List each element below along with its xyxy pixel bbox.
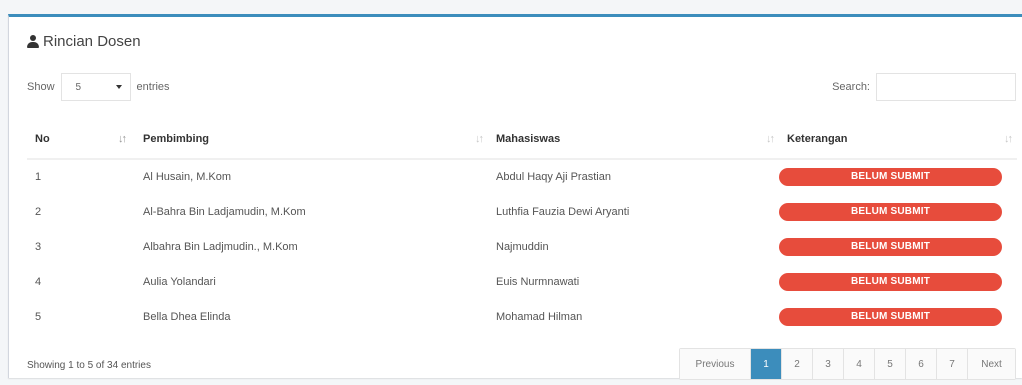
cell-keterangan: BELUM SUBMIT <box>779 229 1017 264</box>
header-keterangan-label: Keterangan <box>787 132 848 145</box>
dosen-table: No ↓↑ Pembimbing ↓↑ Mahasiswas ↓↑ Ketera… <box>27 119 1017 334</box>
sort-icon: ↓↑ <box>475 133 484 145</box>
pagination-page-5[interactable]: 5 <box>875 349 906 379</box>
cell-pembimbing: Albahra Bin Ladjmudin., M.Kom <box>143 240 298 253</box>
sort-icon: ↓↑ <box>766 133 775 145</box>
header-mahasiswa-label: Mahasiswas <box>496 132 561 145</box>
header-pembimbing-label: Pembimbing <box>143 132 210 145</box>
search-input[interactable] <box>876 73 1016 101</box>
cell-keterangan: BELUM SUBMIT <box>779 264 1017 299</box>
pagination-page-6[interactable]: 6 <box>906 349 937 379</box>
status-badge: BELUM SUBMIT <box>779 168 1002 186</box>
header-no-label: No <box>35 132 50 145</box>
pagination-page-1[interactable]: 1 <box>751 349 782 379</box>
table-row: 4 Aulia Yolandari Euis Nurmnawati BELUM … <box>27 264 1017 299</box>
pagination-page-2[interactable]: 2 <box>782 349 813 379</box>
pagination-next[interactable]: Next <box>968 349 1015 379</box>
cell-mahasiswa: Mohamad Hilman <box>496 310 583 323</box>
status-badge: BELUM SUBMIT <box>779 202 1002 221</box>
table-info: Showing 1 to 5 of 34 entries <box>27 360 151 371</box>
rincian-dosen-panel: Rincian Dosen Show 5 entries Search: No … <box>8 14 1022 380</box>
pagination-page-3[interactable]: 3 <box>813 349 844 379</box>
header-keterangan[interactable]: Keterangan ↓↑ <box>779 119 1017 160</box>
entries-select-value: 5 <box>75 81 82 93</box>
pagination-page-4[interactable]: 4 <box>844 349 875 379</box>
cell-keterangan: BELUM SUBMIT <box>779 159 1017 194</box>
cell-mahasiswa: Najmuddin <box>496 240 549 253</box>
cell-pembimbing: Al Husain, M.Kom <box>143 171 232 183</box>
show-label: Show <box>27 81 55 93</box>
pagination-page-7[interactable]: 7 <box>937 349 968 379</box>
sort-icon: ↓↑ <box>1004 133 1013 145</box>
pagination-previous[interactable]: Previous <box>680 349 751 379</box>
status-badge: BELUM SUBMIT <box>779 237 1002 256</box>
cell-pembimbing: Bella Dhea Elinda <box>143 310 231 323</box>
search-label: Search: <box>832 81 870 93</box>
cell-mahasiswa: Luthfia Fauzia Dewi Aryanti <box>496 205 630 218</box>
pagination: Previous 1 2 3 4 5 6 7 Next <box>679 348 1016 380</box>
cell-no: 2 <box>35 205 42 218</box>
cell-keterangan: BELUM SUBMIT <box>779 194 1017 229</box>
cell-mahasiswa: Abdul Haqy Aji Prastian <box>496 171 611 183</box>
cell-no: 5 <box>35 310 42 323</box>
header-no[interactable]: No ↓↑ <box>27 119 131 160</box>
entries-select[interactable]: 5 <box>60 73 131 101</box>
cell-pembimbing: Al-Bahra Bin Ladjamudin, M.Kom <box>143 205 306 218</box>
sort-asc-icon: ↓↑ <box>118 133 127 145</box>
entries-label: entries <box>136 81 170 93</box>
panel-title: Rincian Dosen <box>27 33 141 50</box>
table-row: 1 Al Husain, M.Kom Abdul Haqy Aji Prasti… <box>27 159 1017 194</box>
user-icon <box>27 35 39 48</box>
status-badge: BELUM SUBMIT <box>779 307 1002 326</box>
header-mahasiswa[interactable]: Mahasiswas ↓↑ <box>488 119 779 160</box>
cell-mahasiswa: Euis Nurmnawati <box>496 275 580 288</box>
cell-no: 3 <box>35 240 42 253</box>
table-header-row: No ↓↑ Pembimbing ↓↑ Mahasiswas ↓↑ Ketera… <box>27 119 1017 160</box>
cell-no: 1 <box>35 171 42 183</box>
table-row: 5 Bella Dhea Elinda Mohamad Hilman BELUM… <box>27 299 1017 334</box>
panel-title-text: Rincian Dosen <box>43 33 141 50</box>
status-badge: BELUM SUBMIT <box>779 272 1002 291</box>
table-row: 2 Al-Bahra Bin Ladjamudin, M.Kom Luthfia… <box>27 194 1017 229</box>
chevron-down-icon <box>115 85 122 89</box>
cell-keterangan: BELUM SUBMIT <box>779 299 1017 334</box>
cell-pembimbing: Aulia Yolandari <box>143 275 216 288</box>
table-row: 3 Albahra Bin Ladjmudin., M.Kom Najmuddi… <box>27 229 1017 264</box>
header-pembimbing[interactable]: Pembimbing ↓↑ <box>131 119 488 160</box>
search-control: Search: <box>832 73 1016 101</box>
cell-no: 4 <box>35 275 42 288</box>
length-control: Show 5 entries <box>27 73 170 101</box>
